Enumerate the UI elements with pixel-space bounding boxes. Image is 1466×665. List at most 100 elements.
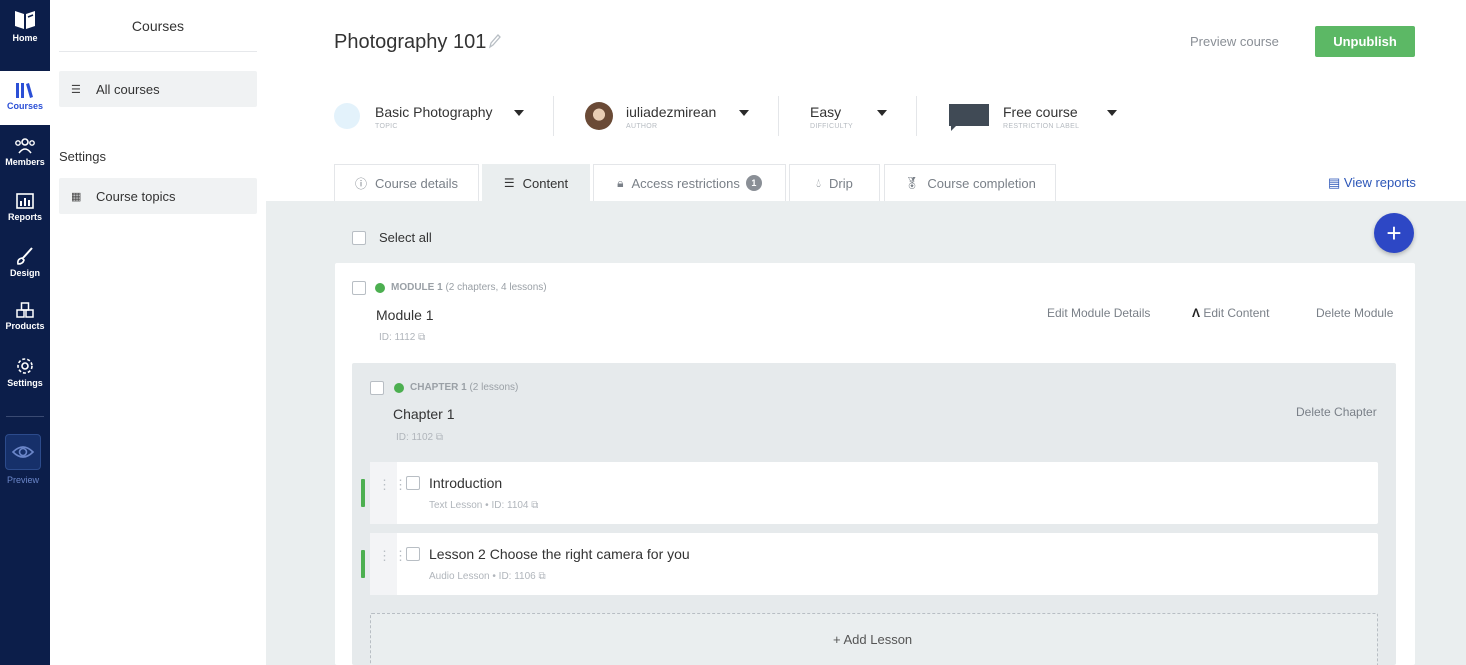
copy-icon[interactable]: ⧉ <box>531 500 538 511</box>
sidebar-title: Courses <box>131 18 185 34</box>
chevron-down-icon[interactable] <box>514 110 524 116</box>
status-dot <box>375 283 385 293</box>
page-title: Photography 101 <box>334 31 487 53</box>
drag-handle[interactable] <box>370 462 397 524</box>
sidebar-divider <box>59 51 257 52</box>
products-icon <box>16 302 34 318</box>
tab-content[interactable]: ☰ Content <box>482 164 590 201</box>
chevron-down-icon[interactable] <box>739 110 749 116</box>
delete-module-button[interactable]: Delete Module <box>1316 306 1393 320</box>
list-icon: ☰ <box>71 83 81 96</box>
library-icon <box>16 83 33 98</box>
preview-course-link[interactable]: Preview course <box>1190 34 1279 49</box>
difficulty-label: DIFFICULTY <box>810 123 853 130</box>
book-icon <box>15 11 35 29</box>
nav-home-label: Home <box>12 33 38 43</box>
pencil-icon[interactable] <box>488 33 502 49</box>
tab-label: Access restrictions <box>631 175 740 191</box>
chapter-tag: CHAPTER 1 (2 lessons) <box>410 382 518 393</box>
nav-courses-label: Courses <box>6 101 43 111</box>
tab-drip[interactable]: 💧︎ Drip <box>789 164 880 201</box>
restriction-select[interactable]: Free course <box>1003 104 1078 120</box>
module-tag-label: MODULE 1 <box>391 282 443 293</box>
topic-select[interactable]: Basic Photography <box>375 104 493 120</box>
delete-chapter-button[interactable]: Delete Chapter <box>1296 405 1377 419</box>
nav-members[interactable]: Members <box>0 137 50 167</box>
sidebar-item-label: Course topics <box>96 188 176 204</box>
copy-icon[interactable]: ⧉ <box>539 571 546 582</box>
report-icon: ▤ <box>1328 175 1341 190</box>
add-lesson-label[interactable]: + Add Lesson <box>833 632 912 647</box>
sidebar-item-course-topics[interactable]: ▦ Course topics <box>59 178 257 214</box>
sidebar-item-label: All courses <box>96 81 160 97</box>
difficulty-select[interactable]: Easy <box>810 104 841 120</box>
info-icon: ⓘ <box>354 176 367 191</box>
chevron-down-icon[interactable] <box>877 110 887 116</box>
lesson-name[interactable]: Lesson 2 Choose the right camera for you <box>429 546 690 562</box>
tab-course-details[interactable]: ⓘ Course details <box>334 164 479 201</box>
lesson-checkbox[interactable] <box>406 476 420 490</box>
chapter-name: Chapter 1 <box>393 406 455 422</box>
nav-reports-label: Reports <box>7 212 42 222</box>
lesson-row[interactable] <box>370 533 1378 595</box>
lesson-id: ID: 1106 <box>498 571 536 582</box>
chapter-count: (2 lessons) <box>469 382 519 393</box>
chapter-tag-label: CHAPTER 1 <box>410 382 467 393</box>
nav-products[interactable]: Products <box>0 301 50 331</box>
select-all-label[interactable]: Select all <box>379 230 432 245</box>
divider <box>553 96 554 136</box>
module-count: (2 chapters, 4 lessons) <box>445 282 547 293</box>
courses-sidebar: Courses ☰ All courses Settings ▦ Course … <box>50 0 266 665</box>
chevron-down-icon[interactable] <box>1107 110 1117 116</box>
edit-content-button[interactable]: Λ Edit Content <box>1192 306 1269 320</box>
nav-design[interactable]: Design <box>0 246 50 278</box>
sidebar-settings-heading: Settings <box>59 149 106 164</box>
reports-icon <box>16 193 34 209</box>
tab-label: Drip <box>828 175 853 191</box>
nav-home[interactable]: Home <box>0 9 50 43</box>
chapter-id-text: ID: 1102 <box>396 432 434 443</box>
topic-icon <box>334 103 360 129</box>
view-reports-link[interactable]: ▤ View reports <box>1328 175 1416 191</box>
author-select[interactable]: iuliadezmirean <box>626 104 716 120</box>
restriction-label-icon <box>949 104 989 126</box>
nav-courses[interactable]: Courses <box>0 71 50 125</box>
nav-preview-label: Preview <box>6 475 39 485</box>
module-checkbox[interactable] <box>352 281 366 295</box>
add-button[interactable]: + <box>1374 213 1414 253</box>
module-id-text: ID: 1112 <box>379 332 416 343</box>
edit-content-label: Edit Content <box>1203 306 1270 320</box>
drag-handle[interactable] <box>370 533 397 595</box>
list-icon: ☰ <box>503 176 515 190</box>
copy-icon[interactable]: ⧉ <box>436 432 443 443</box>
nav-reports[interactable]: Reports <box>0 192 50 222</box>
module-tag: MODULE 1 (2 chapters, 4 lessons) <box>391 282 547 293</box>
award-icon: 🏅︎ <box>904 176 920 190</box>
status-bar <box>361 479 365 507</box>
lesson-name[interactable]: Introduction <box>429 475 502 491</box>
brush-icon <box>17 247 33 265</box>
copy-icon[interactable]: ⧉ <box>418 332 425 343</box>
tab-access-restrictions[interactable]: 🔒︎ Access restrictions 1 <box>593 164 786 201</box>
restriction-label: RESTRICTION LABEL <box>1003 123 1080 130</box>
chapter-checkbox[interactable] <box>370 381 384 395</box>
chapter-id: ID: 1102 ⧉ <box>396 432 443 443</box>
drop-icon: 💧︎ <box>816 175 821 190</box>
nav-products-label: Products <box>5 321 45 331</box>
lesson-row[interactable] <box>370 462 1378 524</box>
nav-settings[interactable]: Settings <box>0 356 50 388</box>
sidebar-item-all-courses[interactable]: ☰ All courses <box>59 71 257 107</box>
select-all-checkbox[interactable] <box>352 231 366 245</box>
unpublish-button[interactable]: Unpublish <box>1315 26 1415 57</box>
nav-divider <box>6 416 44 417</box>
edit-module-details-button[interactable]: Edit Module Details <box>1047 306 1150 320</box>
nav-members-label: Members <box>5 157 45 167</box>
lesson-meta: Audio Lesson • ID: 1106 ⧉ <box>429 571 546 582</box>
tab-course-completion[interactable]: 🏅︎ Course completion <box>884 164 1056 201</box>
avatar <box>585 102 613 130</box>
restriction-label-tail <box>951 125 957 131</box>
lesson-id: ID: 1104 <box>491 500 529 511</box>
count-badge: 1 <box>745 175 762 191</box>
nav-preview[interactable] <box>5 434 41 470</box>
lesson-checkbox[interactable] <box>406 547 420 561</box>
